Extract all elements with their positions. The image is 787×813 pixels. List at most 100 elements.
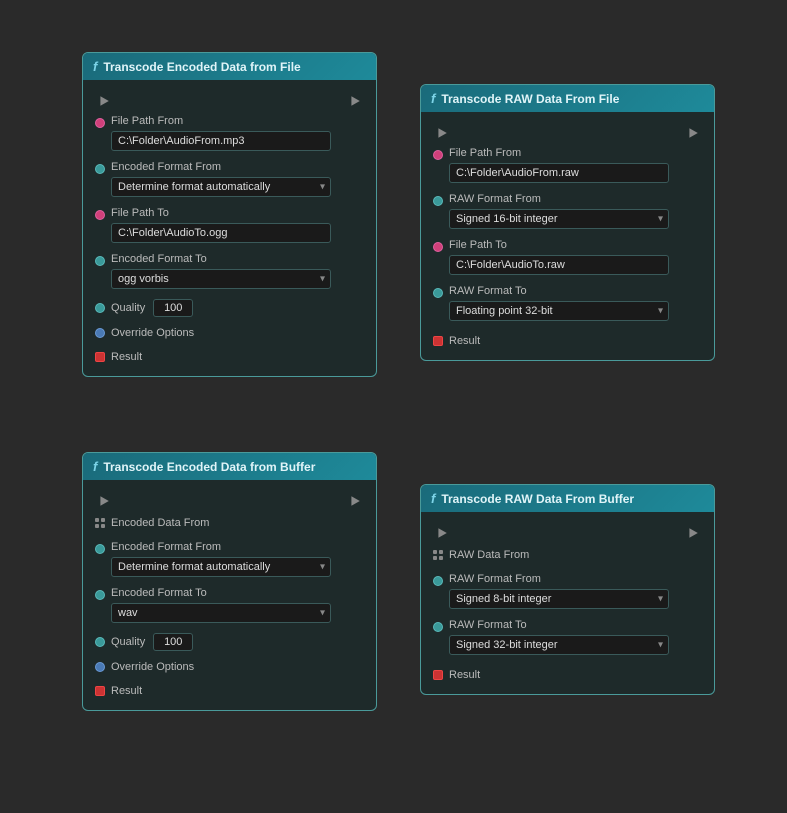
override-options-pin: [95, 662, 105, 672]
encoded-data-from-row: Encoded Data From: [87, 512, 372, 534]
file-path-from-input[interactable]: [111, 131, 331, 151]
result-label: Result: [111, 685, 142, 697]
encoded-format-from-select[interactable]: Determine format automatically: [111, 557, 331, 577]
quality-label: Quality: [111, 636, 145, 648]
encoded-format-to-row: Encoded Format To ogg vorbis: [87, 250, 372, 292]
encoded-format-from-label: Encoded Format From: [111, 161, 364, 175]
raw-format-to-label: RAW Format To: [449, 285, 702, 299]
encoded-format-from-select[interactable]: Determine format automatically: [111, 177, 331, 197]
node-title: Transcode RAW Data From Buffer: [441, 492, 634, 506]
function-icon: f: [93, 459, 97, 474]
encoded-format-to-pin: [95, 256, 105, 266]
result-row: Result: [425, 664, 710, 686]
file-path-from-row: File Path From: [87, 112, 372, 154]
node-top-row: [87, 488, 372, 512]
node-body: File Path From RAW Format From Signed 16…: [421, 112, 714, 360]
node-header: f Transcode Encoded Data from File: [83, 53, 376, 80]
quality-input[interactable]: [153, 299, 193, 317]
result-label: Result: [449, 335, 480, 347]
raw-format-to-select[interactable]: Signed 32-bit integer: [449, 635, 669, 655]
encoded-format-to-row: Encoded Format To wav: [87, 584, 372, 626]
quality-row: Quality: [87, 296, 372, 320]
result-row: Result: [87, 346, 372, 368]
raw-format-to-row: RAW Format To Signed 32-bit integer: [425, 616, 710, 658]
quality-pin: [95, 303, 105, 313]
raw-format-to-pin: [433, 622, 443, 632]
function-icon: f: [431, 91, 435, 106]
node-transcode-raw-from-file: f Transcode RAW Data From File File Path…: [420, 84, 715, 361]
file-path-to-pin: [95, 210, 105, 220]
raw-format-to-pin: [433, 288, 443, 298]
play-right-button[interactable]: [346, 92, 364, 110]
encoded-data-from-label: Encoded Data From: [111, 517, 209, 529]
raw-format-from-row: RAW Format From Signed 8-bit integer: [425, 570, 710, 612]
result-pin: [95, 352, 105, 362]
function-icon: f: [93, 59, 97, 74]
result-pin: [433, 336, 443, 346]
play-right-button[interactable]: [346, 492, 364, 510]
encoded-format-to-label: Encoded Format To: [111, 587, 364, 601]
override-options-pin: [95, 328, 105, 338]
file-path-to-label: File Path To: [111, 207, 364, 221]
encoded-format-from-label: Encoded Format From: [111, 541, 364, 555]
node-transcode-raw-from-buffer: f Transcode RAW Data From Buffer RAW Dat…: [420, 484, 715, 695]
raw-format-from-select[interactable]: Signed 8-bit integer: [449, 589, 669, 609]
play-right-button[interactable]: [684, 124, 702, 142]
node-top-row: [425, 520, 710, 544]
result-row: Result: [425, 330, 710, 352]
file-path-to-label: File Path To: [449, 239, 702, 253]
raw-format-from-label: RAW Format From: [449, 193, 702, 207]
play-left-button[interactable]: [433, 124, 451, 142]
override-options-label: Override Options: [111, 661, 194, 673]
file-path-from-pin: [433, 150, 443, 160]
quality-label: Quality: [111, 302, 145, 314]
raw-format-to-row: RAW Format To Floating point 32-bit: [425, 282, 710, 324]
raw-format-from-pin: [433, 576, 443, 586]
quality-pin: [95, 637, 105, 647]
node-top-row: [87, 88, 372, 112]
result-label: Result: [449, 669, 480, 681]
node-transcode-encoded-from-buffer: f Transcode Encoded Data from Buffer Enc…: [82, 452, 377, 711]
raw-format-from-select[interactable]: Signed 16-bit integer: [449, 209, 669, 229]
node-header: f Transcode RAW Data From Buffer: [421, 485, 714, 512]
quality-input[interactable]: [153, 633, 193, 651]
file-path-from-row: File Path From: [425, 144, 710, 186]
file-path-from-pin: [95, 118, 105, 128]
encoded-format-to-label: Encoded Format To: [111, 253, 364, 267]
file-path-to-row: File Path To: [87, 204, 372, 246]
node-body: File Path From Encoded Format From Deter…: [83, 80, 376, 376]
encoded-format-to-select[interactable]: ogg vorbis: [111, 269, 331, 289]
override-options-row: Override Options: [87, 656, 372, 678]
result-label: Result: [111, 351, 142, 363]
node-title: Transcode Encoded Data from File: [103, 60, 300, 74]
quality-row: Quality: [87, 630, 372, 654]
raw-format-to-label: RAW Format To: [449, 619, 702, 633]
file-path-from-label: File Path From: [111, 115, 364, 129]
encoded-format-from-pin: [95, 164, 105, 174]
play-left-button[interactable]: [95, 492, 113, 510]
raw-data-from-row: RAW Data From: [425, 544, 710, 566]
encoded-format-to-pin: [95, 590, 105, 600]
raw-format-from-label: RAW Format From: [449, 573, 702, 587]
raw-data-from-label: RAW Data From: [449, 549, 529, 561]
file-path-to-pin: [433, 242, 443, 252]
file-path-to-input[interactable]: [449, 255, 669, 275]
file-path-to-input[interactable]: [111, 223, 331, 243]
node-header: f Transcode RAW Data From File: [421, 85, 714, 112]
play-left-button[interactable]: [433, 524, 451, 542]
node-body: Encoded Data From Encoded Format From De…: [83, 480, 376, 710]
result-pin: [95, 686, 105, 696]
file-path-from-label: File Path From: [449, 147, 702, 161]
node-header: f Transcode Encoded Data from Buffer: [83, 453, 376, 480]
file-path-from-input[interactable]: [449, 163, 669, 183]
encoded-format-to-select[interactable]: wav: [111, 603, 331, 623]
raw-format-to-select[interactable]: Floating point 32-bit: [449, 301, 669, 321]
play-right-button[interactable]: [684, 524, 702, 542]
override-options-row: Override Options: [87, 322, 372, 344]
result-pin: [433, 670, 443, 680]
override-options-label: Override Options: [111, 327, 194, 339]
encoded-format-from-row: Encoded Format From Determine format aut…: [87, 158, 372, 200]
play-left-button[interactable]: [95, 92, 113, 110]
node-body: RAW Data From RAW Format From Signed 8-b…: [421, 512, 714, 694]
encoded-format-from-pin: [95, 544, 105, 554]
